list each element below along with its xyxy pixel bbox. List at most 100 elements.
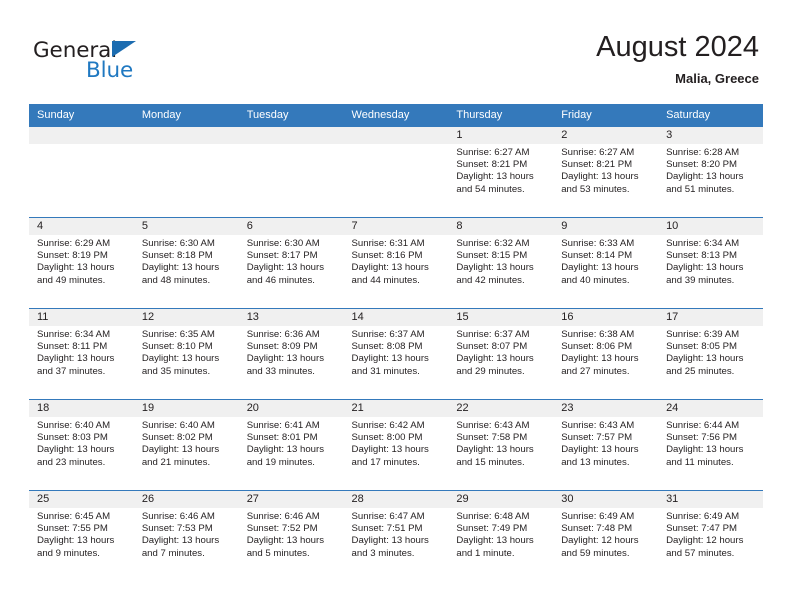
- calendar-day-cell[interactable]: 23 Sunrise: 6:43 AM Sunset: 7:57 PM Dayligh…: [553, 399, 659, 491]
- day-cell-details: Sunrise: 6:34 AM Sunset: 8:11 PM Daylight:…: [29, 326, 134, 378]
- calendar-day-cell[interactable]: 25 Sunrise: 6:45 AM Sunset: 7:55 PM Dayligh…: [29, 490, 134, 581]
- calendar-day-cell[interactable]: 22 Sunrise: 6:43 AM Sunset: 7:58 PM Dayligh…: [448, 399, 554, 491]
- calendar-day-cell[interactable]: 18 Sunrise: 6:40 AM Sunset: 8:03 PM Dayligh…: [29, 399, 134, 491]
- sunrise-text: Sunrise: 6:45 AM: [37, 511, 111, 522]
- day-cell-details: Sunrise: 6:46 AM Sunset: 7:52 PM Daylight:…: [239, 508, 344, 560]
- day-cell-details: Sunrise: 6:31 AM Sunset: 8:16 PM Daylight:…: [344, 235, 449, 287]
- day-number: 29: [448, 491, 554, 508]
- daylight-text: Daylight: 13 hours and 49 minutes.: [37, 262, 115, 286]
- sunrise-text: Sunrise: 6:40 AM: [141, 420, 215, 431]
- day-cell-inner: [133, 127, 239, 217]
- calendar-day-cell[interactable]: 1 Sunrise: 6:27 AM Sunset: 8:21 PM Daylight…: [448, 126, 554, 218]
- general-blue-logo: General Blue: [33, 38, 213, 90]
- calendar-day-cell[interactable]: 24 Sunrise: 6:44 AM Sunset: 7:56 PM Dayligh…: [658, 399, 763, 491]
- calendar-day-cell[interactable]: 20 Sunrise: 6:41 AM Sunset: 8:01 PM Dayligh…: [238, 399, 344, 491]
- sunset-text: Sunset: 8:00 PM: [351, 432, 423, 444]
- calendar-week-row: 11 Sunrise: 6:34 AM Sunset: 8:11 PM Dayligh…: [29, 308, 763, 400]
- sunrise-text: Sunrise: 6:40 AM: [37, 420, 111, 431]
- calendar-day-cell[interactable]: 21 Sunrise: 6:42 AM Sunset: 8:00 PM Dayligh…: [343, 399, 449, 491]
- daylight-text: Daylight: 13 hours and 1 minute.: [456, 535, 534, 559]
- sunrise-text: Sunrise: 6:48 AM: [456, 511, 530, 522]
- calendar-day-cell[interactable]: 12 Sunrise: 6:35 AM Sunset: 8:10 PM Dayligh…: [133, 308, 239, 400]
- calendar-day-cell[interactable]: 17 Sunrise: 6:39 AM Sunset: 8:05 PM Dayligh…: [658, 308, 763, 400]
- sunset-text: Sunset: 7:52 PM: [246, 523, 318, 535]
- daylight-text: Daylight: 13 hours and 44 minutes.: [351, 262, 429, 286]
- calendar-page: General Blue August 2024 Malia, Greece S…: [0, 0, 792, 612]
- day-cell-inner: 25 Sunrise: 6:45 AM Sunset: 7:55 PM Dayligh…: [29, 491, 134, 581]
- sunrise-text: Sunrise: 6:37 AM: [351, 329, 425, 340]
- daylight-text: Daylight: 13 hours and 39 minutes.: [666, 262, 744, 286]
- day-number: 9: [553, 218, 659, 235]
- day-cell-inner: 2 Sunrise: 6:27 AM Sunset: 8:21 PM Daylight…: [553, 127, 659, 217]
- calendar-day-cell[interactable]: 16 Sunrise: 6:38 AM Sunset: 8:06 PM Dayligh…: [553, 308, 659, 400]
- sunrise-text: Sunrise: 6:49 AM: [666, 511, 740, 522]
- sunset-text: Sunset: 8:06 PM: [561, 341, 633, 353]
- calendar-day-cell[interactable]: 19 Sunrise: 6:40 AM Sunset: 8:02 PM Dayligh…: [133, 399, 239, 491]
- calendar-day-cell[interactable]: 27 Sunrise: 6:46 AM Sunset: 7:52 PM Dayligh…: [238, 490, 344, 581]
- weekday-header-row: Sunday Monday Tuesday Wednesday Thursday…: [29, 104, 763, 127]
- day-number: 28: [343, 491, 449, 508]
- sunset-text: Sunset: 8:03 PM: [37, 432, 108, 444]
- daylight-text: Daylight: 13 hours and 25 minutes.: [666, 353, 744, 377]
- calendar-day-cell[interactable]: 28 Sunrise: 6:47 AM Sunset: 7:51 PM Dayligh…: [343, 490, 449, 581]
- calendar-day-cell[interactable]: 2 Sunrise: 6:27 AM Sunset: 8:21 PM Daylight…: [553, 126, 659, 218]
- calendar-day-cell[interactable]: 31 Sunrise: 6:49 AM Sunset: 7:47 PM Dayligh…: [658, 490, 763, 581]
- day-cell-inner: 13 Sunrise: 6:36 AM Sunset: 8:09 PM Dayligh…: [238, 309, 344, 399]
- daylight-text: Daylight: 13 hours and 11 minutes.: [666, 444, 744, 468]
- daylight-text: Daylight: 13 hours and 37 minutes.: [37, 353, 115, 377]
- calendar-day-cell[interactable]: 3 Sunrise: 6:28 AM Sunset: 8:20 PM Daylight…: [658, 126, 763, 218]
- day-number: 7: [343, 218, 449, 235]
- calendar-day-cell-empty: [133, 126, 239, 218]
- calendar-week-row: 4 Sunrise: 6:29 AM Sunset: 8:19 PM Daylight…: [29, 217, 763, 309]
- daylight-text: Daylight: 13 hours and 51 minutes.: [666, 171, 744, 195]
- weekday-header-wednesday: Wednesday: [343, 104, 449, 127]
- day-cell-inner: 15 Sunrise: 6:37 AM Sunset: 8:07 PM Dayligh…: [448, 309, 554, 399]
- calendar-day-cell[interactable]: 15 Sunrise: 6:37 AM Sunset: 8:07 PM Dayligh…: [448, 308, 554, 400]
- calendar-day-cell[interactable]: 6 Sunrise: 6:30 AM Sunset: 8:17 PM Daylight…: [238, 217, 344, 309]
- sunrise-text: Sunrise: 6:38 AM: [561, 329, 635, 340]
- sunset-text: Sunset: 8:07 PM: [456, 341, 528, 353]
- sunset-text: Sunset: 8:14 PM: [561, 250, 633, 262]
- calendar-day-cell[interactable]: 5 Sunrise: 6:30 AM Sunset: 8:18 PM Daylight…: [133, 217, 239, 309]
- day-number: [29, 127, 134, 144]
- day-number: 17: [658, 309, 763, 326]
- calendar-day-cell[interactable]: 4 Sunrise: 6:29 AM Sunset: 8:19 PM Daylight…: [29, 217, 134, 309]
- calendar-day-cell[interactable]: 7 Sunrise: 6:31 AM Sunset: 8:16 PM Daylight…: [343, 217, 449, 309]
- sunset-text: Sunset: 8:19 PM: [37, 250, 108, 262]
- day-number: 18: [29, 400, 134, 417]
- calendar-day-cell[interactable]: 10 Sunrise: 6:34 AM Sunset: 8:13 PM Dayligh…: [658, 217, 763, 309]
- day-cell-details: Sunrise: 6:45 AM Sunset: 7:55 PM Daylight:…: [29, 508, 134, 560]
- day-number: [238, 127, 344, 144]
- sunset-text: Sunset: 7:56 PM: [666, 432, 737, 444]
- calendar-day-cell[interactable]: 30 Sunrise: 6:49 AM Sunset: 7:48 PM Dayligh…: [553, 490, 659, 581]
- calendar-day-cell[interactable]: 13 Sunrise: 6:36 AM Sunset: 8:09 PM Dayligh…: [238, 308, 344, 400]
- day-cell-inner: 16 Sunrise: 6:38 AM Sunset: 8:06 PM Dayligh…: [553, 309, 659, 399]
- calendar-day-cell-empty: [238, 126, 344, 218]
- day-cell-details: Sunrise: 6:48 AM Sunset: 7:49 PM Daylight:…: [448, 508, 553, 560]
- day-cell-inner: 22 Sunrise: 6:43 AM Sunset: 7:58 PM Dayligh…: [448, 400, 554, 490]
- day-cell-details: Sunrise: 6:34 AM Sunset: 8:13 PM Daylight:…: [658, 235, 763, 287]
- sunset-text: Sunset: 8:20 PM: [666, 159, 737, 171]
- calendar-day-cell-empty: [343, 126, 449, 218]
- day-cell-details: Sunrise: 6:47 AM Sunset: 7:51 PM Daylight:…: [344, 508, 449, 560]
- weekday-header-saturday: Saturday: [658, 104, 763, 127]
- calendar-day-cell[interactable]: 8 Sunrise: 6:32 AM Sunset: 8:15 PM Daylight…: [448, 217, 554, 309]
- calendar-day-cell[interactable]: 26 Sunrise: 6:46 AM Sunset: 7:53 PM Dayligh…: [133, 490, 239, 581]
- day-cell-details: Sunrise: 6:38 AM Sunset: 8:06 PM Daylight:…: [553, 326, 658, 378]
- sunset-text: Sunset: 8:05 PM: [666, 341, 737, 353]
- sunrise-text: Sunrise: 6:42 AM: [351, 420, 425, 431]
- calendar-day-cell[interactable]: 14 Sunrise: 6:37 AM Sunset: 8:08 PM Dayligh…: [343, 308, 449, 400]
- day-cell-inner: [29, 127, 134, 217]
- day-number: 22: [448, 400, 554, 417]
- day-cell-details: Sunrise: 6:44 AM Sunset: 7:56 PM Daylight:…: [658, 417, 763, 469]
- calendar-day-cell[interactable]: 29 Sunrise: 6:48 AM Sunset: 7:49 PM Dayligh…: [448, 490, 554, 581]
- day-number: 13: [238, 309, 344, 326]
- sunset-text: Sunset: 8:11 PM: [37, 341, 108, 353]
- sunset-text: Sunset: 8:18 PM: [141, 250, 213, 262]
- day-number: 26: [133, 491, 239, 508]
- calendar-day-cell[interactable]: 9 Sunrise: 6:33 AM Sunset: 8:14 PM Daylight…: [553, 217, 659, 309]
- calendar-day-cell[interactable]: 11 Sunrise: 6:34 AM Sunset: 8:11 PM Dayligh…: [29, 308, 134, 400]
- day-cell-details: Sunrise: 6:35 AM Sunset: 8:10 PM Daylight:…: [134, 326, 239, 378]
- sunset-text: Sunset: 7:53 PM: [141, 523, 213, 535]
- day-cell-inner: 28 Sunrise: 6:47 AM Sunset: 7:51 PM Dayligh…: [343, 491, 449, 581]
